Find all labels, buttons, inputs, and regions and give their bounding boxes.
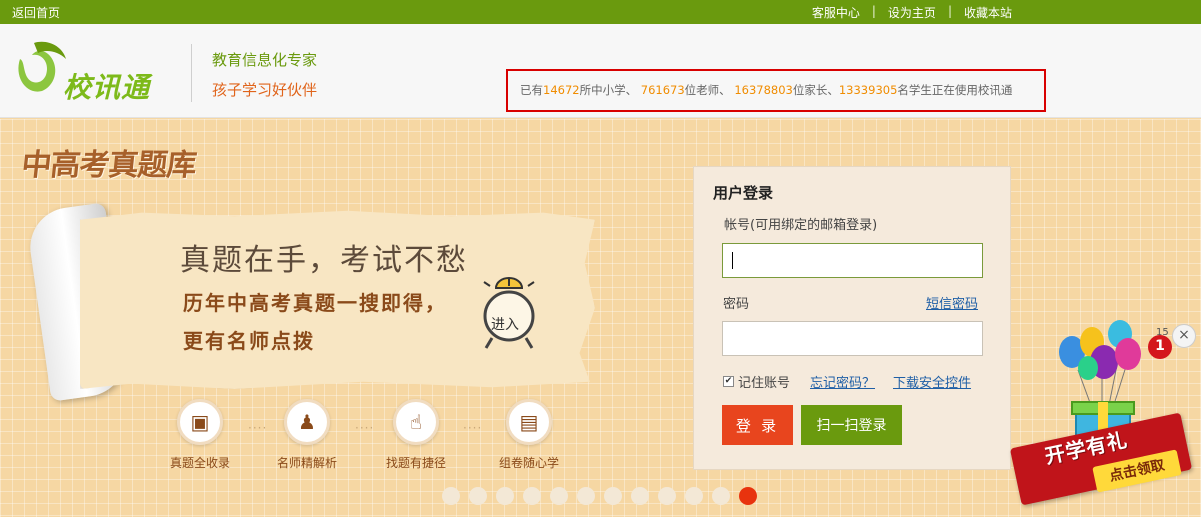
parents-count: 16378803 xyxy=(734,83,793,97)
logo-text: 校讯通 xyxy=(63,71,151,104)
back-home-link[interactable]: 返回首页 xyxy=(12,4,60,21)
feature-item[interactable]: ☝ 找题有捷径 xyxy=(376,399,456,471)
stats-text: 名学生正在使用校讯通 xyxy=(897,83,1013,97)
carousel-pager xyxy=(442,487,757,505)
banner-headline: 真题在手，考试不愁 xyxy=(180,243,468,278)
stats-text: 所中小学、 xyxy=(579,83,638,97)
pager-dot[interactable] xyxy=(550,487,568,505)
slogan-partner: 孩子学习好伙伴 xyxy=(212,81,318,99)
pager-dot[interactable] xyxy=(604,487,622,505)
stats-text: 位老师、 xyxy=(684,83,731,97)
sms-password-link[interactable]: 短信密码 xyxy=(926,293,978,312)
banner-line-2: 历年中高考真题一搜即得， xyxy=(183,291,447,315)
feature-item[interactable]: ▤ 组卷随心学 xyxy=(489,399,569,471)
header: 校讯通 教育信息化专家 孩子学习好伙伴 已有14672所中小学、 761673位… xyxy=(0,24,1201,118)
pager-dot[interactable] xyxy=(523,487,541,505)
scan-login-button[interactable]: 扫一扫登录 xyxy=(801,405,902,445)
dots-separator: ···· xyxy=(355,421,375,435)
feature-item[interactable]: ♟ 名师精解析 xyxy=(267,399,347,471)
divider xyxy=(191,44,192,102)
pager-dot[interactable] xyxy=(685,487,703,505)
pager-dot[interactable] xyxy=(577,487,595,505)
feature-label: 组卷随心学 xyxy=(498,456,559,470)
slogan-expert: 教育信息化专家 xyxy=(212,51,318,69)
feature-label: 真题全收录 xyxy=(169,456,230,470)
document-icon: ▤ xyxy=(506,399,552,445)
notification-badge: 1 xyxy=(1148,335,1172,359)
login-title: 用户登录 xyxy=(713,184,774,202)
separator: | xyxy=(871,4,876,18)
teacher-icon: ♟ xyxy=(284,399,330,445)
pager-dot[interactable] xyxy=(712,487,730,505)
close-icon[interactable]: × xyxy=(1172,324,1196,348)
text-caret xyxy=(732,252,733,269)
login-button[interactable]: 登 录 xyxy=(722,405,793,445)
login-panel: 用户登录 帐号(可用绑定的邮箱登录) 密码 短信密码 ✔ 记住账号 忘记密码？ … xyxy=(693,166,1011,470)
set-homepage-link[interactable]: 设为主页 xyxy=(888,4,936,21)
customer-service-link[interactable]: 客服中心 xyxy=(812,4,860,21)
students-count: 13339305 xyxy=(838,83,898,97)
enter-button[interactable]: 进入 xyxy=(491,314,519,334)
feature-label: 名师精解析 xyxy=(276,456,337,470)
teachers-count: 761673 xyxy=(640,83,685,97)
bookmark-link[interactable]: 收藏本站 xyxy=(964,4,1012,21)
pager-dot-active[interactable] xyxy=(739,487,757,505)
alarm-clock-icon[interactable] xyxy=(478,274,540,350)
remember-label: 记住账号 xyxy=(738,376,791,391)
remember-checkbox[interactable]: ✔ xyxy=(723,376,734,387)
account-input[interactable] xyxy=(722,243,983,278)
pager-dot[interactable] xyxy=(442,487,460,505)
password-label: 密码 xyxy=(723,297,750,312)
pager-dot[interactable] xyxy=(496,487,514,505)
feature-list: ▣ 真题全收录 ···· ♟ 名师精解析 ···· ☝ 找题有捷径 ···· ▤… xyxy=(170,399,593,471)
dots-separator: ···· xyxy=(463,421,483,435)
top-links: 客服中心 | 设为主页 | 收藏本站 xyxy=(812,4,1012,21)
usage-stats: 已有14672所中小学、 761673位老师、 16378803位家长、1333… xyxy=(506,69,1046,112)
remember-account[interactable]: ✔ 记住账号 xyxy=(723,372,790,391)
password-input[interactable] xyxy=(722,321,983,356)
pager-dot[interactable] xyxy=(658,487,676,505)
account-label: 帐号(可用绑定的邮箱登录) xyxy=(724,218,878,233)
pager-dot[interactable] xyxy=(631,487,649,505)
forgot-password-link[interactable]: 忘记密码？ xyxy=(810,372,875,391)
stats-text: 位家长、 xyxy=(792,83,839,97)
schools-count: 14672 xyxy=(543,83,580,97)
download-control-link[interactable]: 下载安全控件 xyxy=(893,372,971,391)
pager-dot[interactable] xyxy=(469,487,487,505)
banner-title: 中高考真题库 xyxy=(19,148,198,183)
top-bar: 返回首页 客服中心 | 设为主页 | 收藏本站 xyxy=(0,0,1201,24)
monitor-icon: ▣ xyxy=(177,399,223,445)
thumbs-up-icon: ☝ xyxy=(393,399,439,445)
separator: | xyxy=(947,4,952,18)
stats-prefix: 已有 xyxy=(520,83,543,97)
feature-label: 找题有捷径 xyxy=(385,456,446,470)
feature-item[interactable]: ▣ 真题全收录 xyxy=(160,399,240,471)
banner-line-3: 更有名师点拨 xyxy=(183,329,315,353)
dots-separator: ···· xyxy=(248,421,268,435)
